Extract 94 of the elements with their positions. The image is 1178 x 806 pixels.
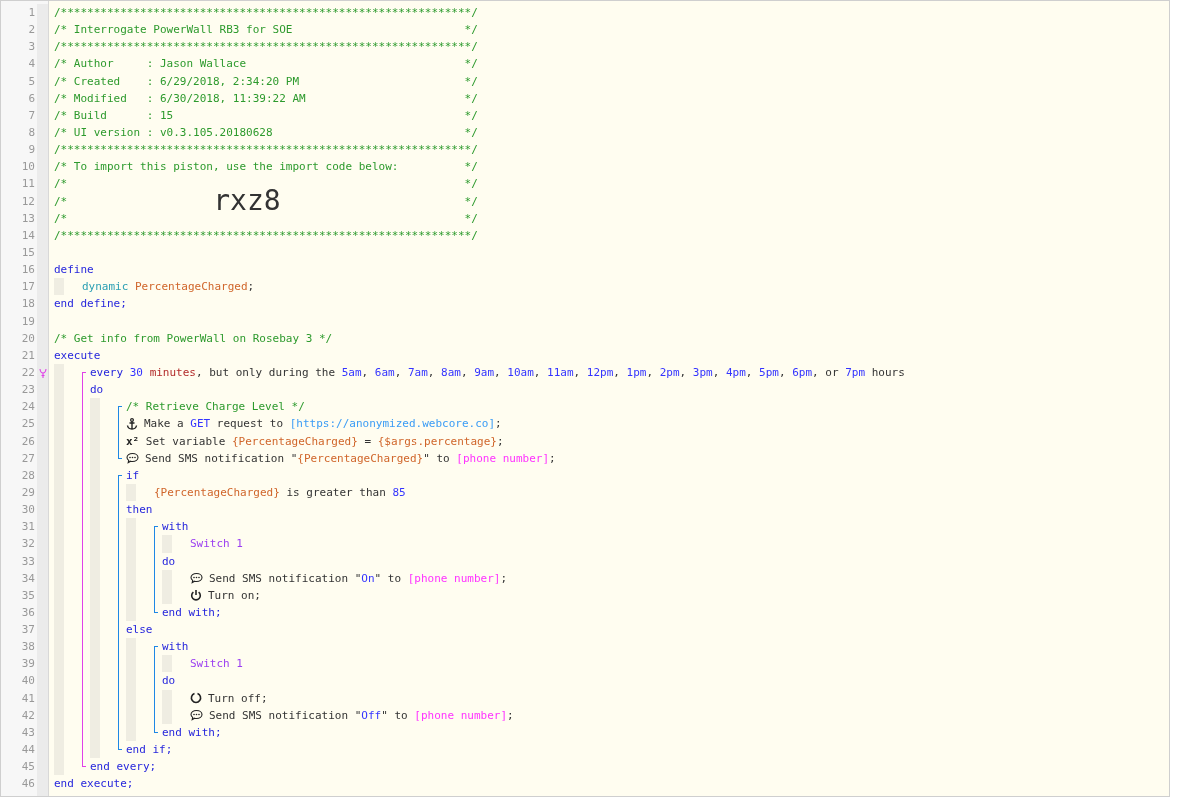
code-line: Send SMS notification "{PercentageCharged}" to [phone number]; bbox=[145, 450, 556, 467]
code-line: execute bbox=[54, 347, 101, 364]
line-number: 17 bbox=[20, 279, 36, 296]
line-number: 21 bbox=[20, 347, 36, 364]
code-line: Switch 1 bbox=[190, 536, 243, 553]
code-line: end with; bbox=[162, 604, 222, 621]
code-line: /**************************************************************/ bbox=[54, 227, 478, 244]
code-line: Turn on; bbox=[208, 587, 261, 604]
code-line: /* Author : Jason Wallace */ bbox=[54, 56, 478, 73]
line-number: 35 bbox=[20, 587, 36, 604]
code-line: every 30 minutes, but only during the 5am, 6am, 7am, 8am, 9am, 10am, 11am, 12pm, 1pm, 2pm, 3pm, 4pm, 5pm, 6pm, or 7pm hours bbox=[90, 364, 905, 381]
code-line: Send SMS notification "On" to [phone number]; bbox=[209, 570, 508, 587]
line-number: 13 bbox=[20, 210, 36, 227]
line-number: 7 bbox=[27, 107, 36, 124]
line-number: 18 bbox=[20, 296, 36, 313]
code-line: /**************************************************************/ bbox=[54, 39, 478, 56]
code-line: Turn off; bbox=[208, 690, 268, 707]
code-line: /* Get info from PowerWall on Rosebay 3 */ bbox=[54, 330, 333, 347]
line-number: 43 bbox=[20, 724, 36, 741]
speech-bubble-icon bbox=[190, 572, 203, 585]
line-number: 11 bbox=[20, 176, 36, 193]
code-line: if bbox=[126, 467, 140, 484]
line-number: 37 bbox=[20, 622, 36, 639]
line-number: 27 bbox=[20, 450, 36, 467]
line-number: 19 bbox=[20, 313, 36, 330]
line-number: 14 bbox=[20, 227, 36, 244]
code-line: /* Created : 6/29/2018, 2:34:20 PM */ bbox=[54, 73, 478, 90]
code-line: /* Interrogate PowerWall RB3 for SOE */ bbox=[54, 22, 478, 39]
line-number: 44 bbox=[20, 742, 36, 759]
code-line: end execute; bbox=[54, 776, 134, 793]
line-number: 46 bbox=[20, 776, 36, 793]
line-number: 16 bbox=[20, 262, 36, 279]
power-icon bbox=[190, 589, 202, 602]
code-line: end with; bbox=[162, 724, 222, 741]
line-number: 8 bbox=[27, 125, 36, 141]
code-line: Make a GET request to [https://anonymized.webcore.co]; bbox=[144, 416, 502, 433]
line-number: 6 bbox=[27, 90, 36, 107]
line-number: 20 bbox=[20, 330, 36, 347]
line-number: 40 bbox=[20, 673, 36, 690]
code-line: then bbox=[126, 502, 153, 519]
code-line: Send SMS notification "Off" to [phone number]; bbox=[209, 707, 514, 724]
line-number: 3 bbox=[27, 39, 36, 56]
line-number: 38 bbox=[20, 639, 36, 656]
code-line: end every; bbox=[90, 759, 157, 776]
line-number: 34 bbox=[20, 570, 36, 587]
line-number: 2 bbox=[27, 22, 36, 39]
line-number: 41 bbox=[20, 690, 36, 707]
code-line: x² Set variable {PercentageCharged} = {$args.percentage}; bbox=[126, 433, 504, 450]
code-line: define bbox=[54, 262, 94, 279]
code-line: dynamic PercentageCharged; bbox=[82, 279, 255, 296]
code-line: /* Retrieve Charge Level */ bbox=[126, 399, 305, 416]
line-number: 4 bbox=[27, 56, 36, 73]
code-line: do bbox=[90, 382, 104, 399]
line-number: 33 bbox=[20, 553, 36, 570]
line-number: 24 bbox=[20, 399, 36, 416]
line-number: 23 bbox=[20, 382, 36, 399]
line-number: 29 bbox=[20, 484, 36, 501]
code-line: /**************************************************************/ bbox=[54, 5, 478, 21]
line-number: 36 bbox=[20, 604, 36, 621]
code-line: Switch 1 bbox=[190, 656, 243, 673]
code-line: do bbox=[162, 553, 176, 570]
code-line: end if; bbox=[126, 742, 173, 759]
code-line: else bbox=[126, 622, 153, 639]
speech-bubble-icon bbox=[190, 709, 203, 722]
line-number: 32 bbox=[20, 536, 36, 553]
code-line: with bbox=[162, 639, 189, 656]
code-line: /* */ bbox=[54, 210, 478, 227]
code-line: /* UI version : v0.3.105.20180628 */ bbox=[54, 125, 478, 141]
line-number: 22 bbox=[20, 364, 36, 381]
line-number: 5 bbox=[27, 73, 36, 90]
line-number: 39 bbox=[20, 656, 36, 673]
line-number: 10 bbox=[20, 159, 36, 176]
line-number: 12 bbox=[20, 193, 36, 210]
line-number: 45 bbox=[20, 759, 36, 776]
code-line: /**************************************************************/ bbox=[54, 142, 478, 159]
code-line: end define; bbox=[54, 296, 127, 313]
line-number: 28 bbox=[20, 467, 36, 484]
code-line: /* Build : 15 */ bbox=[54, 107, 478, 124]
code-line: /* To import this piston, use the import code below: */ bbox=[54, 159, 478, 176]
line-number: 15 bbox=[20, 244, 36, 261]
code-line: do bbox=[162, 673, 176, 690]
code-line: {PercentageCharged} is greater than 85 bbox=[154, 484, 406, 501]
line-number: 9 bbox=[27, 142, 36, 159]
anchor-icon bbox=[126, 417, 138, 430]
speech-bubble-icon bbox=[126, 452, 139, 465]
ring-icon bbox=[190, 692, 202, 705]
code-line: /* Modified : 6/30/2018, 11:39:22 AM */ bbox=[54, 90, 478, 107]
line-number: 1 bbox=[27, 5, 36, 21]
code-line: with bbox=[162, 519, 189, 536]
line-number: 42 bbox=[20, 707, 36, 724]
line-number: 30 bbox=[20, 502, 36, 519]
line-number: 31 bbox=[20, 519, 36, 536]
line-number: 25 bbox=[20, 416, 36, 433]
line-number: 26 bbox=[20, 433, 36, 450]
